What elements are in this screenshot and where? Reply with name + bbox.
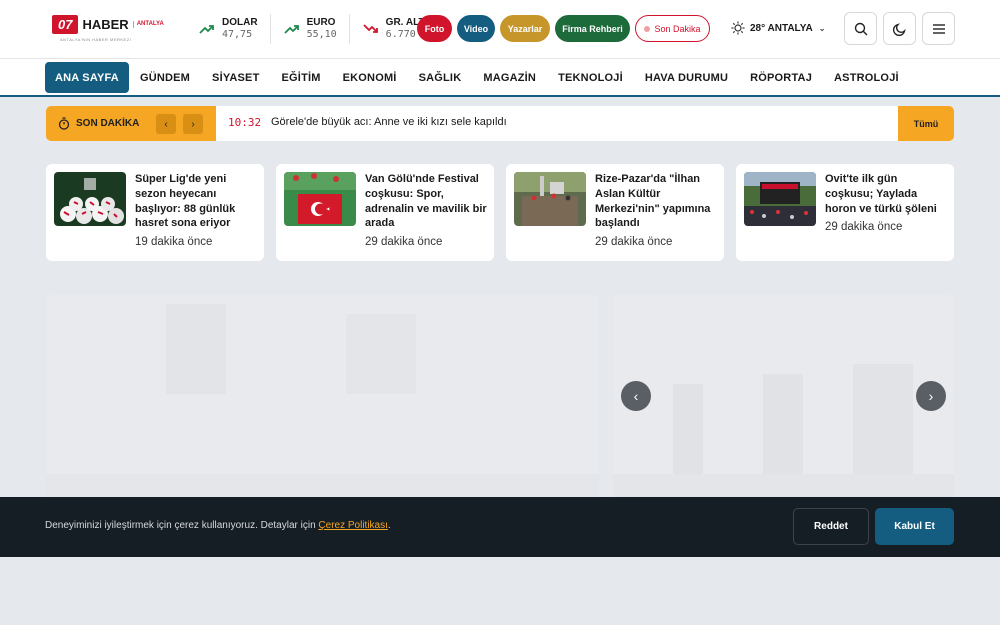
chevron-left-icon: ‹ bbox=[633, 388, 639, 404]
top-header: 07 HABER ANTALYA ANTALYA'NIN HABER MERKE… bbox=[0, 0, 1000, 58]
breaking-label-text: SON DAKİKA bbox=[76, 118, 140, 129]
breaking-next-button[interactable]: › bbox=[183, 114, 203, 134]
logo-tagline: ANTALYA'NIN HABER MERKEZI bbox=[60, 37, 132, 42]
logo-badge: 07 bbox=[52, 15, 79, 34]
cookie-text: Deneyiminizi iyileştirmek için çerez kul… bbox=[45, 520, 391, 531]
reject-button[interactable]: Reddet bbox=[793, 508, 869, 545]
slider-image bbox=[46, 294, 599, 514]
nav-item-astroloji[interactable]: ASTROLOJİ bbox=[823, 62, 910, 93]
news-thumbnail bbox=[54, 172, 126, 226]
news-title: Ovit'te ilk gün coşkusu; Yaylada horon v… bbox=[825, 173, 937, 215]
news-time: 29 dakika önce bbox=[825, 221, 903, 233]
son-dakika-button[interactable]: Son Dakika bbox=[635, 15, 710, 42]
news-card[interactable]: Van Gölü'nde Festival coşkusu: Spor, adr… bbox=[276, 164, 494, 261]
weather-widget[interactable]: 28° ANTALYA ⌄ bbox=[731, 21, 825, 35]
breaking-news-bar: SON DAKİKA ‹ › 10:32 Görele'de büyük acı… bbox=[46, 106, 954, 141]
main-slider[interactable] bbox=[46, 294, 599, 514]
site-logo[interactable]: 07 HABER ANTALYA bbox=[52, 15, 164, 34]
news-card[interactable]: Rize-Pazar'da "İlhan Aslan Kültür Merkez… bbox=[506, 164, 724, 261]
news-card[interactable]: Ovit'te ilk gün coşkusu; Yaylada horon v… bbox=[736, 164, 954, 261]
cookie-message: Deneyiminizi iyileştirmek için çerez kul… bbox=[45, 520, 319, 531]
nav-item-gundem[interactable]: GÜNDEM bbox=[129, 62, 201, 93]
son-dakika-label: Son Dakika bbox=[654, 23, 701, 34]
weather-text: 28° ANTALYA bbox=[750, 22, 813, 34]
market-value: 55,10 bbox=[306, 29, 337, 40]
cookie-suffix: . bbox=[387, 520, 391, 531]
sun-icon bbox=[731, 21, 745, 35]
nav-item-teknoloji[interactable]: TEKNOLOJİ bbox=[547, 62, 634, 93]
news-title: Süper Lig'de yeni sezon heyecanı başlıyo… bbox=[135, 173, 236, 230]
menu-button[interactable] bbox=[922, 12, 955, 45]
search-icon bbox=[854, 22, 867, 35]
logo-city: ANTALYA bbox=[132, 21, 164, 28]
nav-item-egitim[interactable]: EĞİTİM bbox=[271, 62, 332, 93]
chevron-down-icon: ⌄ bbox=[818, 23, 826, 33]
slider-next-button[interactable]: › bbox=[916, 381, 946, 411]
market-name: DOLAR bbox=[222, 17, 258, 28]
chevron-right-icon: › bbox=[191, 118, 195, 130]
news-time: 29 dakika önce bbox=[595, 236, 673, 248]
dark-mode-button[interactable] bbox=[883, 12, 916, 45]
hamburger-icon bbox=[932, 23, 945, 34]
cookie-policy-link[interactable]: Çerez Politikası bbox=[318, 520, 387, 531]
slider-image bbox=[613, 294, 954, 514]
main-nav: ANA SAYFA GÜNDEM SİYASET EĞİTİM EKONOMİ … bbox=[0, 58, 1000, 97]
foto-button[interactable]: Foto bbox=[417, 15, 452, 42]
nav-item-roportaj[interactable]: RÖPORTAJ bbox=[739, 62, 823, 93]
news-thumbnail bbox=[284, 172, 356, 226]
search-button[interactable] bbox=[844, 12, 877, 45]
news-title: Van Gölü'nde Festival coşkusu: Spor, adr… bbox=[365, 173, 487, 230]
accept-button[interactable]: Kabul Et bbox=[875, 508, 954, 545]
moon-icon bbox=[892, 22, 906, 36]
market-name: EURO bbox=[306, 17, 336, 28]
firma-rehberi-button[interactable]: Firma Rehberi bbox=[555, 15, 630, 42]
live-dot-icon bbox=[644, 25, 651, 32]
market-dolar: DOLAR 47,75 bbox=[196, 14, 271, 44]
cookie-banner: Deneyiminizi iyileştirmek için çerez kul… bbox=[0, 497, 1000, 557]
stopwatch-icon bbox=[58, 117, 70, 130]
video-button[interactable]: Video bbox=[457, 15, 495, 42]
trend-up-icon bbox=[199, 25, 214, 34]
breaking-all-button[interactable]: Tümü bbox=[898, 106, 954, 141]
nav-item-magazin[interactable]: MAGAZİN bbox=[472, 62, 547, 93]
breaking-time: 10:32 bbox=[228, 116, 262, 129]
nav-item-ana-sayfa[interactable]: ANA SAYFA bbox=[45, 62, 129, 93]
market-euro: EURO 55,10 bbox=[281, 14, 350, 44]
nav-item-hava-durumu[interactable]: HAVA DURUMU bbox=[634, 62, 739, 93]
nav-item-saglik[interactable]: SAĞLIK bbox=[408, 62, 473, 93]
breaking-headline[interactable]: Görele'de büyük acı: Anne ve iki kızı se… bbox=[271, 116, 507, 128]
news-thumbnail bbox=[744, 172, 816, 226]
logo-word: HABER bbox=[82, 17, 129, 32]
news-thumbnail bbox=[514, 172, 586, 226]
news-title: Rize-Pazar'da "İlhan Aslan Kültür Merkez… bbox=[595, 173, 711, 230]
yazarlar-button[interactable]: Yazarlar bbox=[500, 15, 550, 42]
news-time: 29 dakika önce bbox=[365, 236, 443, 248]
chevron-left-icon: ‹ bbox=[164, 118, 168, 130]
news-time: 19 dakika önce bbox=[135, 236, 213, 248]
trend-up-icon bbox=[283, 25, 299, 34]
news-card[interactable]: Süper Lig'de yeni sezon heyecanı başlıyo… bbox=[46, 164, 264, 261]
breaking-prev-button[interactable]: ‹ bbox=[156, 114, 176, 134]
slider-prev-button[interactable]: ‹ bbox=[621, 381, 651, 411]
secondary-slider[interactable] bbox=[613, 294, 954, 514]
chevron-right-icon: › bbox=[928, 388, 934, 404]
market-value: 47,75 bbox=[222, 29, 253, 40]
nav-item-siyaset[interactable]: SİYASET bbox=[201, 62, 270, 93]
market-ticker: DOLAR 47,75 EURO 55,10 GR. ALT 6.770 bbox=[196, 14, 447, 44]
trend-down-icon bbox=[363, 24, 378, 33]
nav-item-ekonomi[interactable]: EKONOMİ bbox=[332, 62, 408, 93]
